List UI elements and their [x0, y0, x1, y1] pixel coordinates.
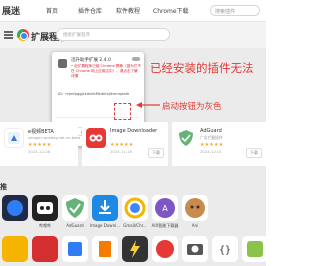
section-title: 推 — [0, 183, 7, 191]
extensions-header: 扩展程序 搜索扩展程序 — [0, 22, 266, 48]
grid-app-icon[interactable] — [2, 236, 28, 262]
card-name: Image Downloader — [110, 128, 158, 134]
site-logo[interactable]: 展迷 — [2, 4, 20, 17]
nav-item-home[interactable]: 首页 — [46, 6, 58, 15]
grid-app-icon[interactable] — [152, 236, 178, 262]
rating-stars: ★★★★★ — [110, 142, 134, 148]
top-nav: 展迷 首页 插件仓库 软件教程 Chrome下载 搜索插件 — [0, 0, 266, 22]
card-date: 2024-12-01 — [200, 149, 223, 154]
nav-item-chrome-download[interactable]: Chrome下载 — [153, 6, 189, 15]
app-icon — [4, 128, 24, 148]
featured-card[interactable]: AdGuard 广告拦截插件 ★★★★★ 2024-12-01 下载 — [172, 122, 266, 166]
chrome-logo-icon — [17, 29, 29, 41]
card-date: 2024-12-08 — [28, 149, 51, 154]
grid-app-icon[interactable] — [122, 236, 148, 262]
grid-app-label: 哔哩哔 — [39, 223, 51, 228]
adguard-icon — [176, 128, 196, 148]
annotation-sub: 启动按钮为灰色 — [162, 102, 222, 112]
toggle-highlight-box — [114, 103, 131, 120]
screenshot-root: { "nav": { "logo": "展迷", "items": ["首页",… — [0, 0, 266, 266]
featured-card[interactable]: Image Downloader ★★★★★ 2024-11-16 下载 — [82, 122, 168, 166]
card-subtitle: sinopec.oneday.net.cn.beta — [28, 135, 81, 140]
hamburger-menu-icon[interactable] — [4, 31, 13, 39]
grid-app-icon[interactable] — [182, 236, 208, 262]
card-subtitle: 广告拦截插件 — [200, 135, 223, 140]
extension-search-input[interactable]: 搜索扩展程序 — [56, 28, 170, 41]
app-icon — [86, 128, 106, 148]
grid-app-label: AdGuard — [66, 223, 84, 228]
grid-app-icon[interactable] — [242, 236, 266, 262]
extension-id: ID：mjmfpggjkkdxlfaMkdhfajikmnqwsfe — [58, 92, 130, 96]
puzzle-icon — [58, 59, 67, 68]
featured-card[interactable]: e视频BETA sinopec.oneday.net.cn.beta ★★★★★… — [0, 122, 81, 166]
grid-app-icon[interactable]: {} — [212, 236, 238, 262]
grid-app-icon[interactable] — [92, 236, 118, 262]
rating-stars: ★★★★★ — [200, 142, 224, 148]
annotation-arrow-icon — [136, 102, 160, 108]
grid-app-icon[interactable] — [182, 195, 208, 221]
blocked-warning: • 此扩展程序已被 Chrome 屏蔽（因为它不在 Chrome 网上应用店中）… — [71, 64, 141, 78]
nav-item-plugins[interactable]: 插件仓库 — [78, 6, 102, 15]
grid-app-icon[interactable] — [92, 195, 118, 221]
svg-text:{}: {} — [219, 245, 231, 256]
grid-app-icon[interactable]: A — [152, 195, 178, 221]
svg-text:A: A — [162, 204, 168, 213]
card-name: AdGuard — [200, 128, 222, 134]
extension-name: 迅升助手扩展 2.4.0 — [71, 58, 111, 63]
annotation-main: 已经安装的插件无法 — [150, 61, 254, 75]
grid-app-icon[interactable] — [32, 236, 58, 262]
card-name: e视频BETA — [28, 129, 54, 135]
grid-app-icon[interactable] — [62, 236, 88, 262]
grid-app-icon[interactable] — [122, 195, 148, 221]
enable-toggle[interactable] — [132, 57, 140, 61]
grid-app-label: Gmail/Chr... — [123, 223, 147, 228]
card-date: 2024-11-16 — [110, 149, 133, 154]
grid-app-icon[interactable] — [2, 195, 28, 221]
grid-app-label: Image Downl... — [89, 223, 121, 228]
grid-app-icon[interactable] — [62, 195, 88, 221]
download-button[interactable]: 下载 — [148, 148, 164, 158]
grid-app-icon[interactable] — [32, 195, 58, 221]
download-button[interactable]: 下载 — [246, 148, 262, 158]
rating-stars: ★★★★★ — [28, 142, 52, 148]
grid-app-label: AIX智能下载器 — [151, 223, 179, 228]
nav-item-tutorials[interactable]: 软件教程 — [116, 6, 140, 15]
grid-app-label: Ani — [191, 223, 199, 228]
site-search-input[interactable]: 搜索插件 — [210, 5, 260, 16]
